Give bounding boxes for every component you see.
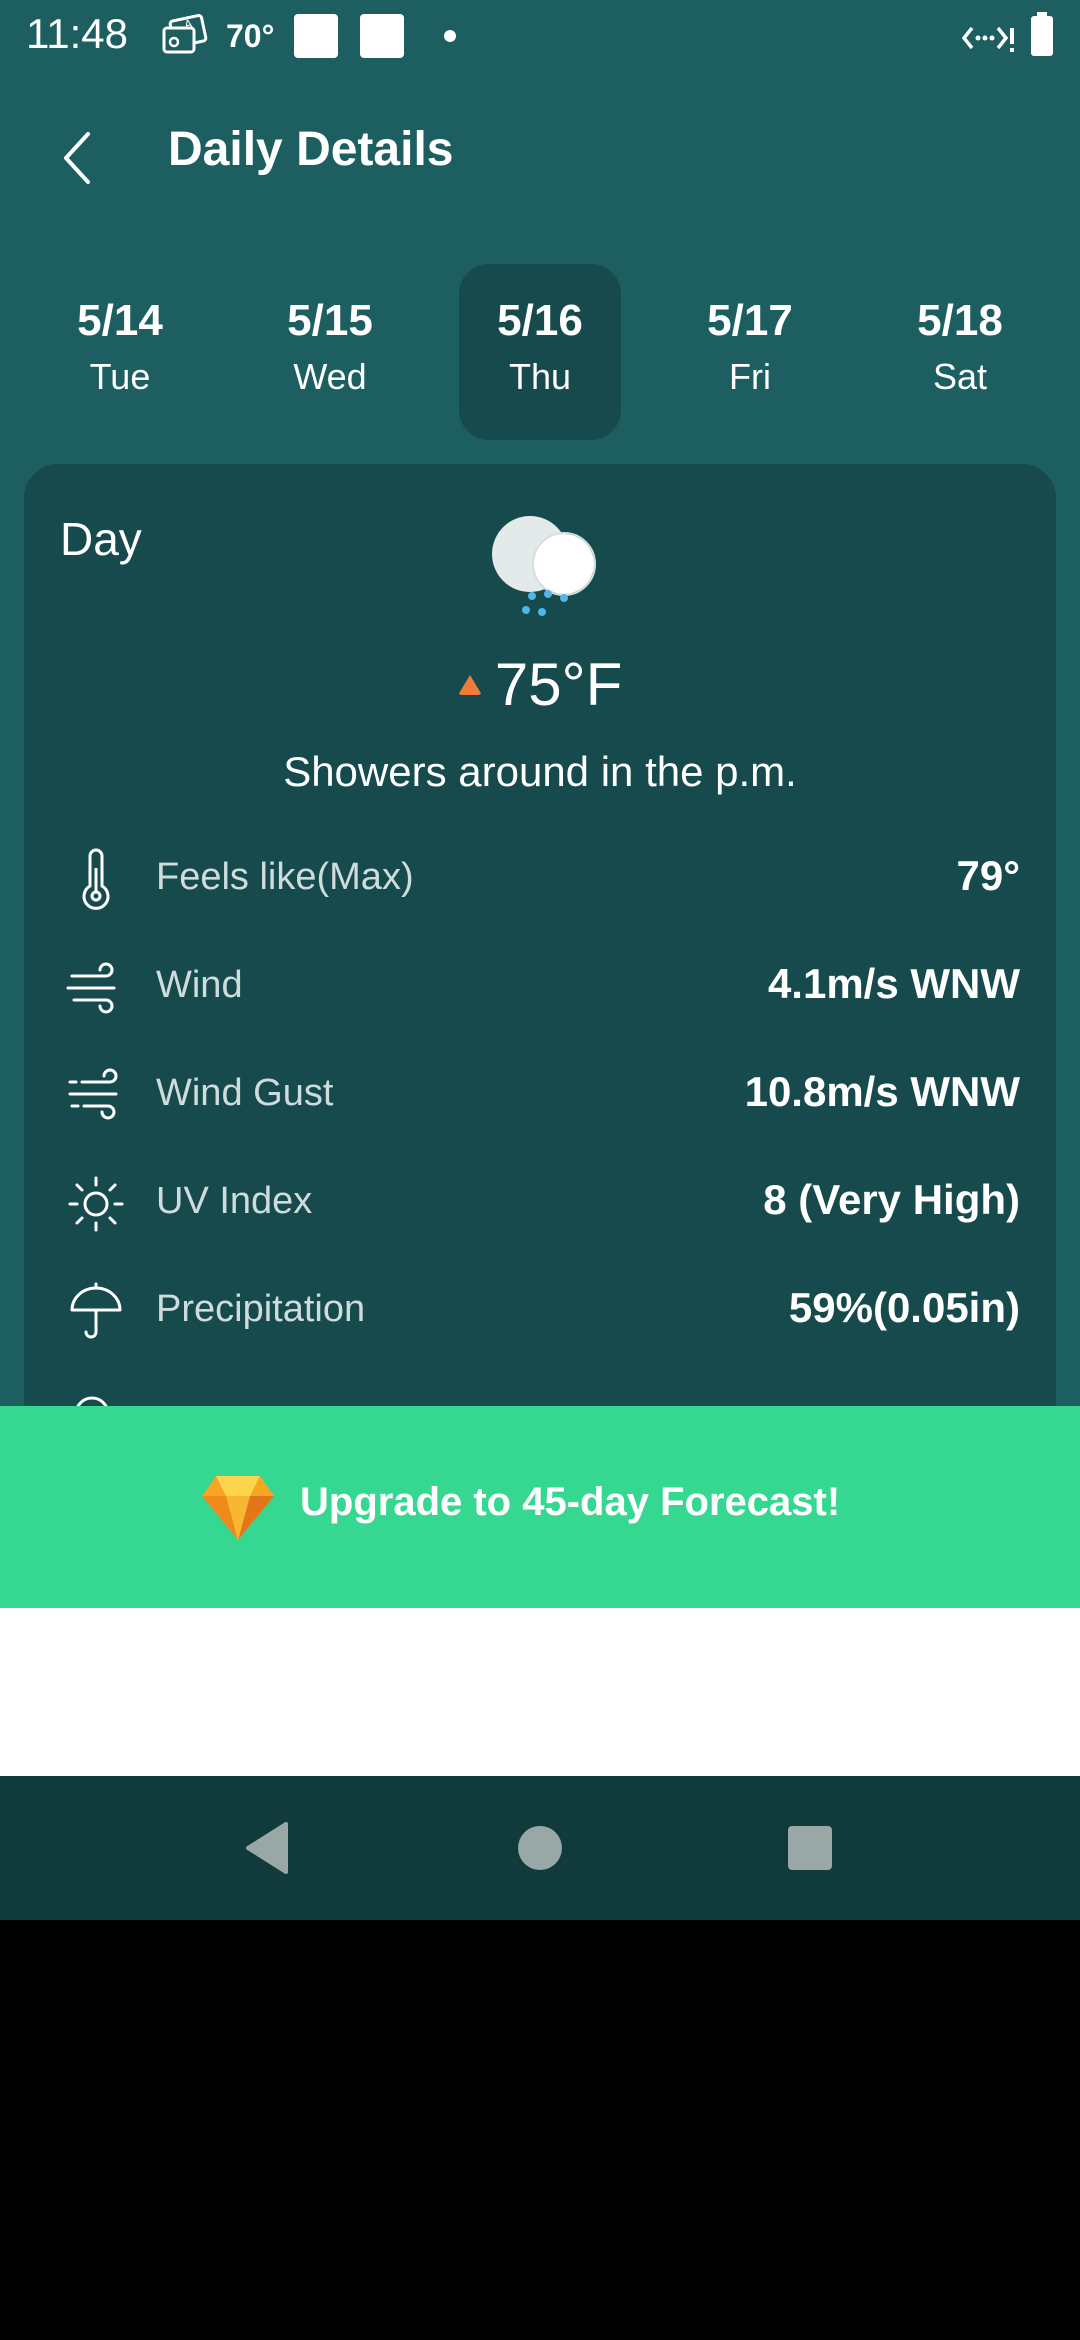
tab-5-14[interactable]: 5/14 Tue xyxy=(39,264,201,440)
tab-day: Fri xyxy=(729,356,771,397)
detail-value: 8 (Very High) xyxy=(763,1176,1020,1223)
detail-value: 4.1m/s WNW xyxy=(767,960,1020,1007)
tab-5-17[interactable]: 5/17 Fri xyxy=(669,264,831,440)
detail-value: 79° xyxy=(956,852,1020,899)
tab-day: Tue xyxy=(89,356,151,397)
tab-date: 5/17 xyxy=(707,296,793,345)
dot-icon xyxy=(444,30,456,42)
tab-5-15[interactable]: 5/15 Wed xyxy=(249,264,411,440)
battery-icon xyxy=(1031,12,1053,56)
detail-label: UV Index xyxy=(156,1180,313,1222)
detail-row-feels-like: Feels like(Max) 79° xyxy=(24,826,1056,934)
weather-condition: Showers around in the p.m. xyxy=(283,748,797,795)
nav-back-icon[interactable] xyxy=(238,1816,302,1880)
tab-day: Thu xyxy=(508,356,572,397)
detail-label: Wind Gust xyxy=(156,1072,334,1114)
upgrade-banner[interactable]: Upgrade to 45-day Forecast! xyxy=(0,1406,1080,1608)
card-label: Day xyxy=(60,513,142,565)
detail-value: 10.8m/s WNW xyxy=(744,1068,1020,1115)
detail-row-uv-index: UV Index 8 (Very High) xyxy=(24,1150,1056,1258)
tab-day: Wed xyxy=(293,356,367,397)
system-nav-bar xyxy=(0,1776,1080,1920)
app-screen: 11:48 A 70° Daily Details 5/14 Tue 5/15 … xyxy=(0,0,1080,1920)
detail-label: Wind xyxy=(156,964,243,1006)
wind-icon xyxy=(66,962,116,1014)
nav-home-icon[interactable] xyxy=(508,1816,572,1880)
svg-text:A: A xyxy=(183,17,194,31)
cloud-showers-icon xyxy=(492,516,596,616)
temperature-value: 75°F xyxy=(494,651,623,718)
sun-icon xyxy=(68,1176,124,1232)
notification-square-icon xyxy=(294,14,338,58)
tab-5-18[interactable]: 5/18 Sat xyxy=(879,264,1041,440)
wind-gust-icon xyxy=(68,1068,118,1120)
tab-date: 5/18 xyxy=(917,296,1003,345)
temperature-row: 75°F xyxy=(24,650,1056,719)
tab-date: 5/15 xyxy=(287,296,373,345)
diamond-icon xyxy=(202,1476,274,1540)
detail-row-precipitation: Precipitation 59%(0.05in) xyxy=(24,1258,1056,1366)
day-detail-card: Day 75°F Showers around in the p.m. Feel… xyxy=(24,464,1056,1464)
ad-area xyxy=(0,1608,1080,1776)
detail-row-wind-gust: Wind Gust 10.8m/s WNW xyxy=(24,1042,1056,1150)
back-button[interactable] xyxy=(44,118,124,198)
header: Daily Details xyxy=(0,100,1080,210)
upgrade-banner-text: Upgrade to 45-day Forecast! xyxy=(300,1480,841,1524)
thermometer-icon xyxy=(82,848,110,910)
detail-label: Feels like(Max) xyxy=(156,856,414,898)
tab-day: Sat xyxy=(932,356,988,397)
detail-value: 59%(0.05in) xyxy=(788,1284,1020,1331)
tab-date: 5/16 xyxy=(497,296,583,345)
nav-recents-icon[interactable] xyxy=(778,1816,842,1880)
detail-label: Precipitation xyxy=(156,1288,366,1330)
detail-row-wind: Wind 4.1m/s WNW xyxy=(24,934,1056,1042)
status-time: 11:48 xyxy=(26,10,128,57)
page-title: Daily Details xyxy=(168,123,454,176)
status-bar: 11:48 A 70° xyxy=(0,0,1080,72)
chevron-left-icon xyxy=(64,132,90,184)
photo-translate-icon: A xyxy=(162,14,208,54)
data-transfer-icon xyxy=(962,26,1014,52)
temp-up-icon xyxy=(457,674,482,695)
tab-5-16[interactable]: 5/16 Thu xyxy=(459,264,621,440)
status-temperature: 70° xyxy=(226,18,275,54)
date-tabs: 5/14 Tue 5/15 Wed 5/16 Thu 5/17 Fri 5/18… xyxy=(0,264,1080,440)
tab-date: 5/14 xyxy=(77,296,163,345)
notification-square-icon xyxy=(360,14,404,58)
umbrella-icon xyxy=(70,1282,122,1339)
